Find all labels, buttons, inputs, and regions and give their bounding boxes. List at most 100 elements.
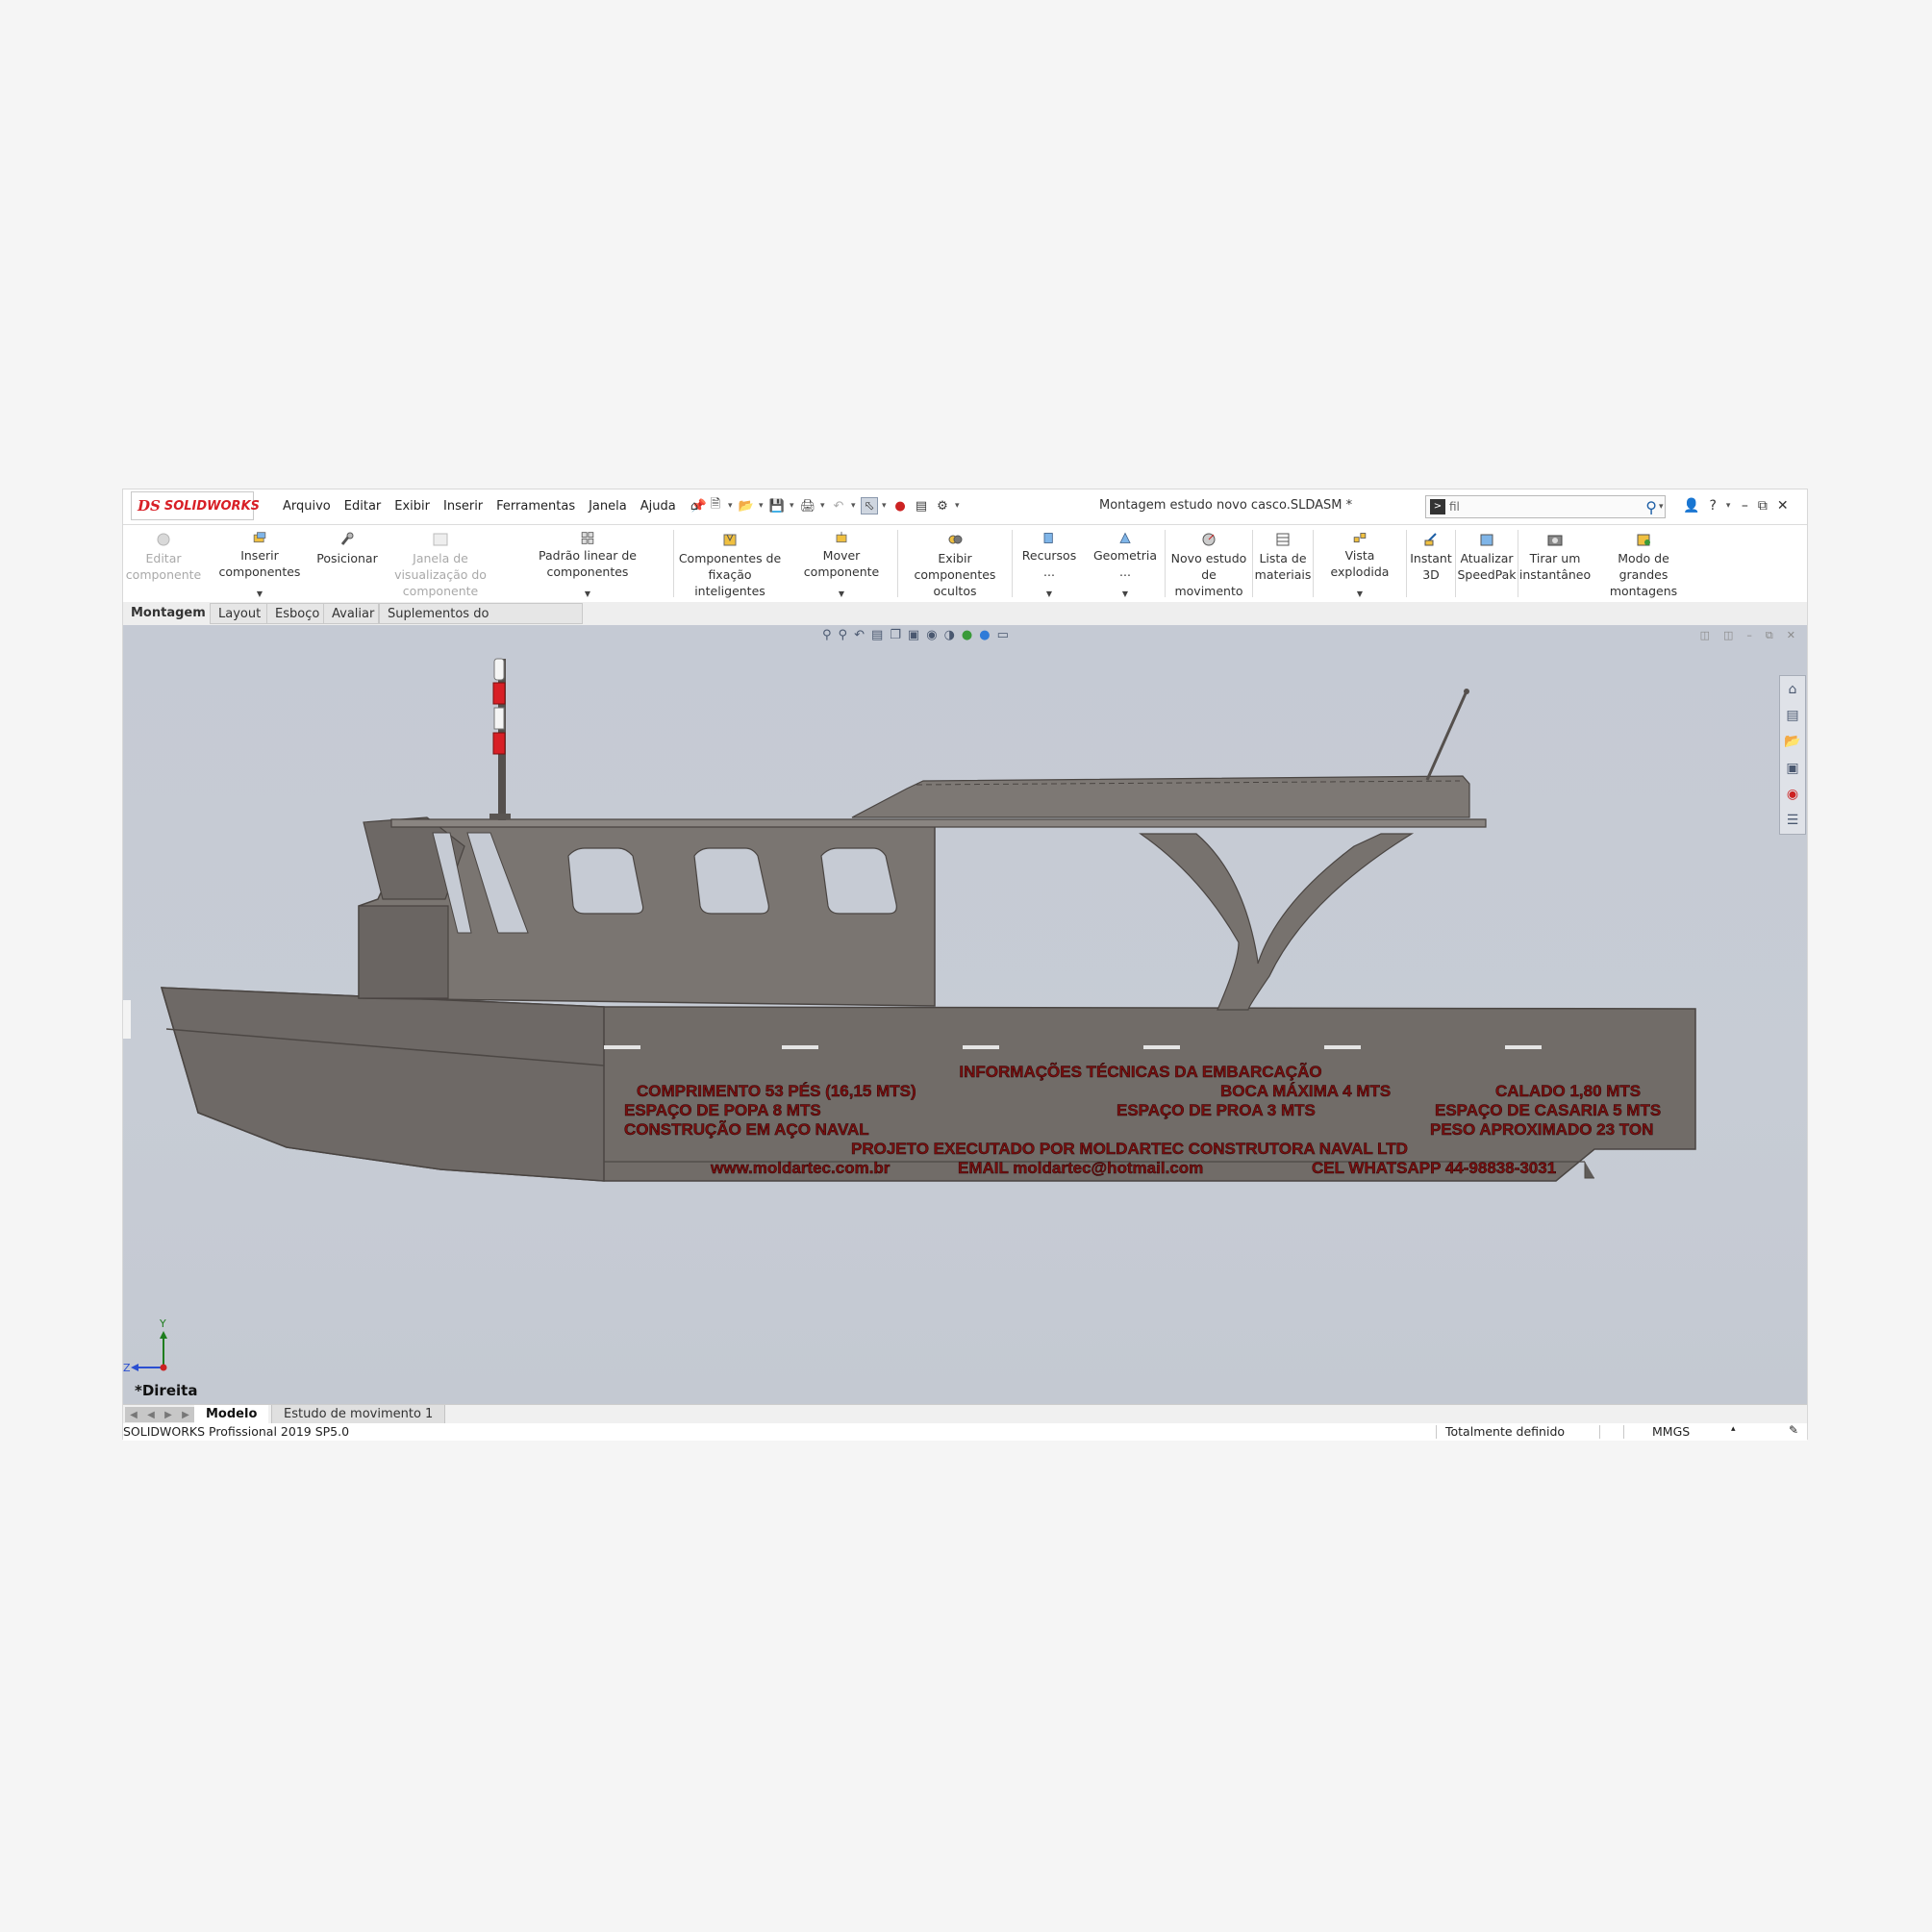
update-speedpak-button[interactable]: Atualizar SpeedPak — [1456, 525, 1518, 602]
move-component-button[interactable]: Mover componente ▼ — [786, 525, 897, 602]
restore-icon[interactable]: ⧉ — [1758, 498, 1768, 514]
chevron-down-icon[interactable]: ▼ — [1046, 586, 1052, 602]
component-preview-window-button[interactable]: Janela de visualização do componente — [379, 525, 502, 602]
reference-geometry-button[interactable]: Geometria ... ▼ — [1086, 525, 1165, 602]
save-dropdown-icon[interactable]: ▾ — [790, 501, 795, 511]
mate-button[interactable]: Posicionar — [315, 525, 379, 602]
edit-component-button[interactable]: Editar componente — [123, 525, 204, 602]
smart-fasteners-button[interactable]: Componentes de fixação inteligentes — [674, 525, 786, 602]
menu-janela[interactable]: Janela — [589, 499, 627, 514]
ds-logo-icon: DS — [138, 497, 161, 514]
menu-ajuda[interactable]: Ajuda — [640, 499, 676, 514]
ribbon-label: Tirar um instantâneo — [1518, 551, 1592, 582]
print-dropdown-icon[interactable]: ▾ — [820, 501, 826, 511]
large-assembly-mode-button[interactable]: Modo de grandes montagens — [1592, 525, 1695, 602]
menu-ferramentas[interactable]: Ferramentas — [496, 499, 575, 514]
insert-components-button[interactable]: Inserir componentes ▼ — [204, 525, 315, 602]
undo-dropdown-icon[interactable]: ▾ — [851, 501, 857, 511]
help-dropdown-icon[interactable]: ▾ — [1726, 501, 1732, 511]
home-icon[interactable]: ⌂ — [686, 497, 703, 514]
chevron-down-icon[interactable]: ▼ — [257, 586, 263, 602]
hull-text-peso: PESO APROXIMADO 23 TON — [1430, 1120, 1653, 1139]
bill-of-materials-button[interactable]: Lista de materiais — [1253, 525, 1313, 602]
menu-inserir[interactable]: Inserir — [443, 499, 483, 514]
document-title: Montagem estudo novo casco.SLDASM * — [1099, 498, 1353, 513]
instant-3d-button[interactable]: Instant 3D — [1407, 525, 1455, 602]
file-properties-icon[interactable]: ▤ — [913, 497, 930, 514]
user-icon[interactable]: 👤 — [1683, 498, 1699, 514]
ribbon-label: Modo de grandes montagens — [1609, 551, 1678, 598]
search-dropdown-icon[interactable]: ▾ — [1659, 502, 1665, 512]
file-explorer-icon[interactable]: 📂 — [1784, 734, 1800, 749]
model-tabs: ◀ ◀ ▶ ▶ Modelo Estudo de movimento 1 — [123, 1404, 1807, 1424]
help-icon[interactable]: ? — [1709, 498, 1716, 514]
search-icon[interactable]: ⚲ — [1645, 498, 1657, 516]
graphics-area[interactable]: ⚲ ⚲ ↶ ▤ ❐ ▣ ◉ ◑ ● ● ▭ ◫ ◫ – ⧉ ✕ Y Z INFO… — [123, 625, 1807, 1404]
exploded-view-icon — [1353, 533, 1367, 543]
tab-avaliar[interactable]: Avaliar — [323, 603, 379, 624]
mast-light-red — [492, 682, 506, 705]
tab-esboco[interactable]: Esboço — [266, 603, 324, 624]
status-units[interactable]: MMGS — [1652, 1424, 1690, 1439]
first-tab-icon[interactable]: ◀ — [130, 1410, 138, 1420]
chevron-down-icon[interactable]: ▼ — [1357, 586, 1363, 602]
take-snapshot-button[interactable]: Tirar um instantâneo — [1518, 525, 1592, 602]
assembly-features-button[interactable]: Recursos ... ▼ — [1013, 525, 1086, 602]
tab-layout[interactable]: Layout — [210, 603, 267, 624]
next-tab-icon[interactable]: ▶ — [164, 1410, 172, 1420]
last-tab-icon[interactable]: ▶ — [182, 1410, 189, 1420]
open-folder-icon[interactable]: 📂 — [738, 497, 755, 514]
select-dropdown-icon[interactable]: ▾ — [882, 501, 888, 511]
tab-modelo[interactable]: Modelo — [194, 1405, 269, 1424]
menu-editar[interactable]: Editar — [344, 499, 382, 514]
prev-tab-icon[interactable]: ◀ — [147, 1410, 155, 1420]
move-component-icon — [836, 531, 847, 543]
options-gear-icon[interactable]: ⚙ — [934, 497, 951, 514]
ribbon-label: Novo estudo de movimento — [1170, 551, 1247, 598]
show-hidden-components-button[interactable]: Exibir componentes ocultos — [898, 525, 1012, 602]
units-dropdown-icon[interactable]: ▴ — [1731, 1424, 1736, 1434]
view-palette-icon[interactable]: ▣ — [1786, 761, 1798, 776]
select-cursor-icon[interactable]: ⬁ — [861, 497, 878, 514]
open-dropdown-icon[interactable]: ▾ — [759, 501, 765, 511]
ribbon-label: Geometria ... — [1092, 548, 1158, 579]
search-box[interactable]: > fil ⚲ ▾ — [1425, 495, 1666, 518]
rebuild-traffic-light-icon[interactable]: ● — [891, 497, 909, 514]
view-orientation-name: *Direita — [135, 1382, 198, 1399]
tab-suplementos[interactable]: Suplementos do SOLIDWORKS — [379, 603, 583, 642]
minimize-icon[interactable]: – — [1742, 498, 1748, 514]
new-dropdown-icon[interactable]: ▾ — [728, 501, 734, 511]
insert-components-icon — [253, 532, 266, 543]
chevron-down-icon[interactable]: ▼ — [839, 586, 844, 602]
options-dropdown-icon[interactable]: ▾ — [955, 501, 961, 511]
task-pane-tabs: ⌂ ▤ 📂 ▣ ◉ ☰ — [1779, 675, 1806, 835]
linear-pattern-button[interactable]: Padrão linear de componentes ▼ — [502, 525, 673, 602]
feature-manager-handle[interactable] — [123, 1000, 131, 1039]
undo-icon[interactable]: ↶ — [830, 497, 847, 514]
chevron-down-icon[interactable]: ▼ — [1122, 586, 1128, 602]
new-document-icon[interactable]: 🗎 — [707, 497, 724, 514]
hull-text-whatsapp: CEL WHATSAPP 44-98838-3031 — [1312, 1159, 1556, 1177]
search-input[interactable]: fil — [1449, 500, 1645, 514]
tab-scroll-arrows[interactable]: ◀ ◀ ▶ ▶ — [125, 1407, 194, 1422]
appearances-icon[interactable]: ◉ — [1787, 787, 1798, 802]
save-icon[interactable]: 💾 — [768, 497, 786, 514]
design-library-icon[interactable]: ▤ — [1786, 708, 1798, 723]
tooltip-icon[interactable]: ✎ — [1789, 1423, 1798, 1437]
resources-home-icon[interactable]: ⌂ — [1789, 682, 1797, 697]
close-icon[interactable]: ✕ — [1777, 498, 1789, 514]
print-icon[interactable]: 🖨 — [799, 497, 816, 514]
chevron-down-icon[interactable]: ▼ — [585, 586, 590, 602]
menu-arquivo[interactable]: Arquivo — [283, 499, 331, 514]
tab-montagem[interactable]: Montagem — [123, 603, 210, 624]
tab-motion-study-1[interactable]: Estudo de movimento 1 — [271, 1405, 446, 1424]
new-motion-study-button[interactable]: Novo estudo de movimento — [1166, 525, 1252, 602]
command-search-icon[interactable]: > — [1430, 499, 1445, 514]
exploded-view-button[interactable]: Vista explodida ▼ — [1314, 525, 1406, 602]
menu-bar: Arquivo Editar Exibir Inserir Ferramenta… — [283, 489, 707, 522]
custom-properties-icon[interactable]: ☰ — [1787, 813, 1799, 828]
menu-exibir[interactable]: Exibir — [394, 499, 430, 514]
solidworks-logo[interactable]: DS SOLIDWORKS — [131, 491, 260, 520]
mate-icon — [340, 532, 354, 545]
title-right-controls: 👤 ? ▾ – ⧉ ✕ — [1683, 489, 1789, 522]
